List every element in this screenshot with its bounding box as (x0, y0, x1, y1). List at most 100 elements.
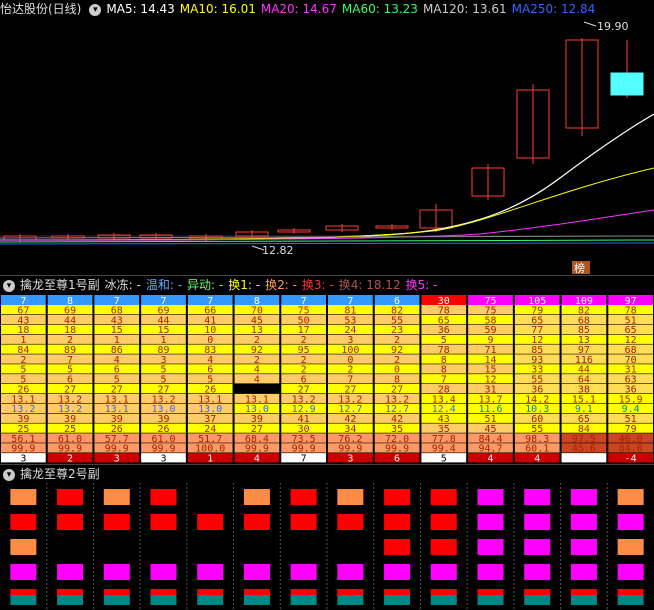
ma-label: MA250: 12.84 (511, 2, 596, 16)
signal-block (570, 595, 597, 605)
signal-block (524, 564, 551, 580)
low-price-label: 12.82 (262, 244, 294, 257)
signal-block (430, 489, 457, 505)
signal-block (10, 514, 37, 530)
indicator-label: 换1: - (228, 278, 261, 292)
table-value: 7 (301, 454, 307, 464)
rank-badge[interactable]: 榜 (574, 261, 585, 274)
signal-block (197, 564, 224, 580)
stock-title[interactable]: 怡达股份(日线) (0, 2, 81, 16)
signal-block (477, 514, 504, 530)
signal-block (430, 514, 457, 530)
ma-label: MA60: 13.23 (341, 2, 418, 16)
table-cell (234, 384, 280, 394)
ma5-line (0, 113, 654, 241)
signal-block (477, 564, 504, 580)
indicator2-header: ▾ 擒龙至尊2号副 (0, 464, 654, 483)
indicator-label: 换5: - (405, 278, 438, 292)
signal-block (617, 539, 644, 555)
price-panel-header: 怡达股份(日线) ▾ MA5: 14.43 MA10: 16.01 MA20: 14.6… (0, 0, 654, 18)
signal-block (103, 564, 130, 580)
signal-block (243, 564, 270, 580)
indicator2-blocks (10, 483, 644, 610)
indicator1-legend: 冰冻: - 温和: - 异动: - 换1: - 换2: - 换3: - 换4: 18.12 换… (105, 278, 443, 292)
price-chart[interactable]: 19.90 12.82 榜 (0, 18, 654, 274)
signal-block (430, 595, 457, 605)
signal-block (384, 539, 411, 555)
indicator1-table: 7 8 7 7 7 8 7 7 6 30 75 105 109 9767 69 68 69 66 70 75 81 82 7… (1, 295, 653, 464)
ma250-line (0, 242, 654, 245)
signal-block (197, 595, 224, 605)
signal-block (57, 595, 84, 605)
table-value: 3 (20, 454, 26, 464)
signal-block (477, 595, 504, 605)
table-value: 4 (534, 454, 540, 464)
table-value: 4 (254, 454, 260, 464)
indicator-label: 冰冻: - (104, 278, 141, 292)
indicator-label: 换3: - (301, 278, 334, 292)
signal-block (103, 589, 130, 595)
signal-block (243, 589, 270, 595)
signal-block (57, 514, 84, 530)
signal-block (150, 489, 177, 505)
candle (610, 72, 644, 96)
ma-legend: MA5: 14.43 MA10: 16.01 MA20: 14.67 MA60: 13… (106, 2, 600, 16)
indicator2-title[interactable]: 擒龙至尊2号副 (20, 467, 100, 481)
signal-block (570, 514, 597, 530)
indicator-label: 异动: - (187, 278, 224, 292)
table-value: 3 (347, 454, 353, 464)
signal-block (57, 564, 84, 580)
table-value: 4 (487, 454, 493, 464)
table-value: 3 (114, 454, 120, 464)
signal-block (337, 564, 364, 580)
signal-block (617, 595, 644, 605)
signal-block (150, 564, 177, 580)
signal-block (477, 489, 504, 505)
signal-block (524, 489, 551, 505)
signal-block (430, 589, 457, 595)
table-value: 3 (160, 454, 166, 464)
signal-block (150, 514, 177, 530)
table-value: 1 (207, 454, 213, 464)
signal-block (337, 514, 364, 530)
table-value: 2 (67, 454, 73, 464)
signal-block (10, 539, 37, 555)
ma10-line (0, 167, 654, 241)
table-value: 5 (441, 454, 447, 464)
signal-block (290, 589, 317, 595)
ma-label: MA5: 14.43 (106, 2, 175, 16)
signal-block (617, 564, 644, 580)
signal-block (384, 489, 411, 505)
signal-block (337, 595, 364, 605)
indicator-label: 换4: 18.12 (338, 278, 401, 292)
signal-block (337, 489, 364, 505)
chevron-down-icon[interactable]: ▾ (89, 3, 102, 16)
signal-block (384, 564, 411, 580)
signal-block (570, 489, 597, 505)
indicator1-header: ▾ 擒龙至尊1号副 冰冻: - 温和: - 异动: - 换1: - 换2: - 换3: - 换4… (0, 275, 654, 294)
signal-block (524, 514, 551, 530)
chevron-down-icon[interactable]: ▾ (3, 468, 15, 481)
signal-block (197, 589, 224, 595)
signal-block (384, 514, 411, 530)
signal-block (524, 539, 551, 555)
indicator-label: 换2: - (265, 278, 297, 292)
table-value: -4 (625, 454, 637, 464)
high-pointer (583, 21, 597, 27)
table-value: 6 (394, 454, 400, 464)
signal-block (384, 595, 411, 605)
signal-block (150, 589, 177, 595)
signal-block (10, 595, 37, 605)
signal-block (477, 589, 504, 595)
indicator1-title[interactable]: 擒龙至尊1号副 (20, 278, 100, 292)
table-value: 4 (254, 375, 260, 386)
signal-block (524, 589, 551, 595)
chevron-down-icon[interactable]: ▾ (3, 279, 15, 292)
signal-block (10, 564, 37, 580)
signal-block (617, 489, 644, 505)
ma-label: MA20: 14.67 (260, 2, 337, 16)
signal-block (197, 514, 224, 530)
table-cell (561, 453, 607, 463)
signal-block (617, 589, 644, 595)
signal-block (57, 589, 84, 595)
